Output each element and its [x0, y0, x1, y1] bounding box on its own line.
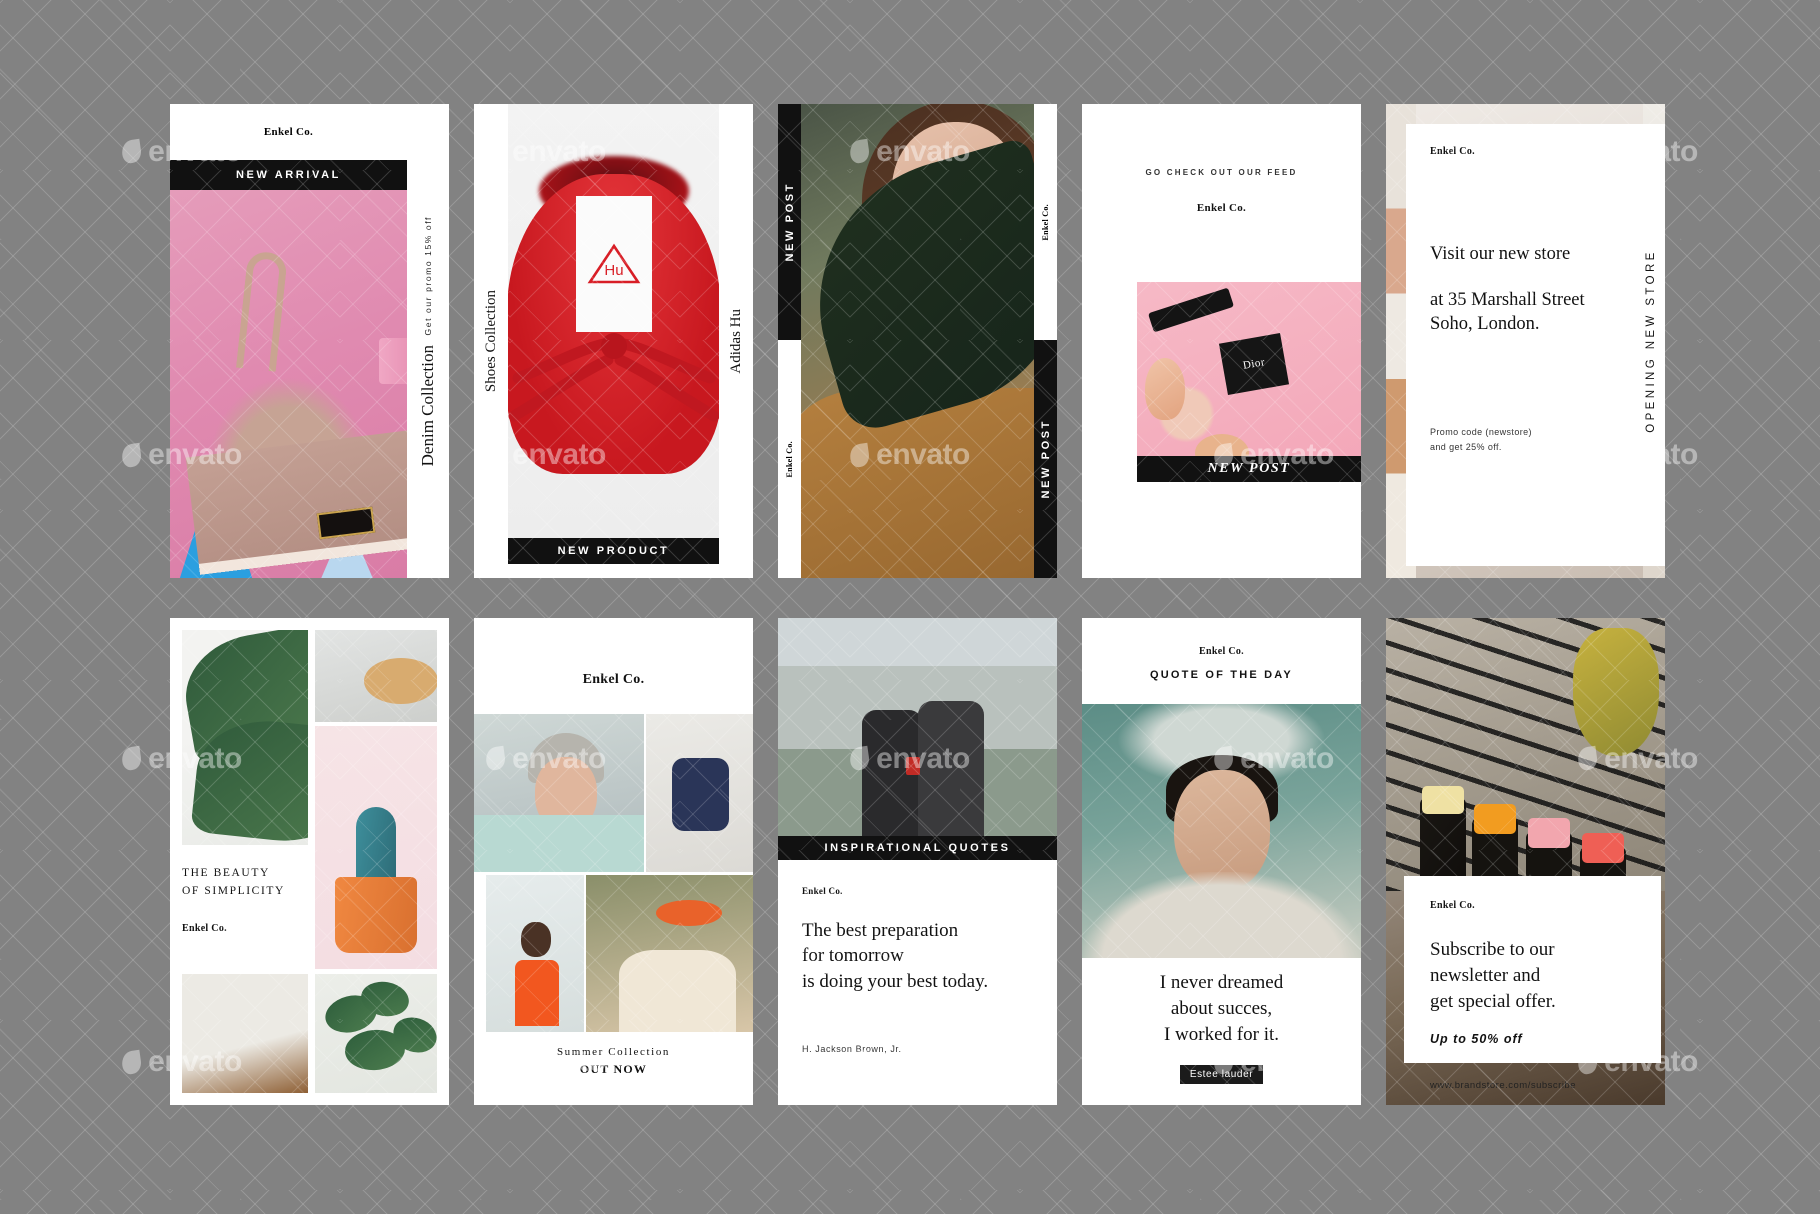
shoe-photo: Hu: [508, 104, 719, 538]
brand-label: Enkel Co.: [1199, 646, 1244, 657]
subscribe-url[interactable]: www.brandstore.com/subscribe: [1430, 1080, 1635, 1091]
quote-line3: is doing your best today.: [802, 970, 989, 992]
opening-new-store-vertical-label: OPENING NEW STORE: [1645, 249, 1657, 433]
rubber-plant-photo: [315, 974, 437, 1093]
promo-line2: and get 25% off.: [1430, 441, 1502, 452]
card-new-arrival[interactable]: Enkel Co. NEW ARRIVAL Get our promo 15% …: [170, 104, 449, 578]
author-badge[interactable]: Estee lauder: [1179, 1065, 1264, 1085]
brand-strip-top-right: Enkel Co.: [1034, 104, 1057, 340]
brand-label: Enkel Co.: [1196, 202, 1247, 214]
woman-leaf-photo: [800, 104, 1035, 578]
bath-portrait-photo: [1082, 704, 1361, 958]
quote-author: H. Jackson Brown, Jr.: [802, 1043, 902, 1054]
summer-footer-line2: OUT NOW: [579, 1062, 648, 1076]
svg-text:Hu: Hu: [604, 262, 623, 279]
quote-line1: The best preparation: [802, 920, 959, 941]
quote-line3: I worked for it.: [1163, 1023, 1280, 1045]
new-post-banner: NEW POST: [1137, 456, 1361, 482]
simplicity-title-line1: THE BEAUTY: [182, 867, 270, 879]
card-inspirational[interactable]: INSPIRATIONAL QUOTES Enkel Co. The best …: [778, 618, 1057, 1105]
brand-label-bottom-left: Enkel Co.: [785, 440, 794, 478]
inspirational-quotes-banner: INSPIRATIONAL QUOTES: [778, 836, 1057, 860]
subscribe-line1: Subscribe to our: [1430, 939, 1555, 960]
flatlay-photo-wrap: Dior NEW POST: [1137, 282, 1361, 482]
quote-line2: about succes,: [1170, 997, 1273, 1019]
monstera-photo: [182, 630, 308, 845]
collection-vertical-title: Denim Collection: [418, 345, 437, 467]
flatlay-photo: Dior NEW POST: [1137, 282, 1361, 482]
brand-label: Enkel Co.: [1430, 900, 1475, 911]
new-arrival-banner: NEW ARRIVAL: [170, 160, 407, 190]
promo-line1: Promo code (newstore): [1430, 427, 1532, 438]
subscribe-offer: Up to 50% off: [1430, 1032, 1523, 1047]
store-background-photo: Enkel Co. Visit our new store at 35 Mars…: [1386, 104, 1665, 578]
card-summer[interactable]: Enkel Co. Summer Collection OUT NOW: [474, 618, 753, 1105]
simplicity-title-line2: OF SIMPLICITY: [182, 884, 285, 897]
new-post-banner-top: NEW POST: [778, 104, 801, 340]
promo-vertical-label: Get our promo 15% off: [423, 215, 433, 336]
subscribe-line2: newsletter and: [1430, 964, 1541, 986]
card-new-store[interactable]: Enkel Co. Visit our new store at 35 Mars…: [1386, 104, 1665, 578]
card-new-post-leaf[interactable]: NEW POST Enkel Co. Enkel Co. NEW POST: [778, 104, 1057, 578]
card-feed[interactable]: GO CHECK OUT OUR FEED Enkel Co. Dior NEW…: [1082, 104, 1361, 578]
adidas-hu-vertical-label: Adidas Hu: [727, 308, 744, 374]
brand-label: Enkel Co.: [263, 126, 314, 138]
new-product-banner-label: NEW PRODUCT: [557, 545, 670, 557]
bag-photo: [170, 190, 407, 578]
summer-footer-line1: Summer Collection: [556, 1046, 671, 1058]
brand-label: Enkel Co.: [1430, 146, 1475, 157]
seated-guy-photo: [646, 714, 753, 872]
store-line2: at 35 Marshall Street: [1430, 290, 1585, 311]
new-arrival-banner-label: NEW ARRIVAL: [236, 169, 341, 181]
subscribe-line3: get special offer.: [1430, 990, 1556, 1012]
new-product-banner: NEW PRODUCT: [508, 538, 719, 564]
hu-triangle-icon: Hu: [587, 243, 640, 284]
cafe-table-photo: [315, 630, 437, 722]
shoes-collection-vertical-label: Shoes Collection: [482, 289, 499, 393]
story-templates-board: Enkel Co. NEW ARRIVAL Get our promo 15% …: [0, 0, 1820, 1214]
inspirational-quotes-banner-label: INSPIRATIONAL QUOTES: [824, 842, 1011, 854]
stool-photo: [182, 974, 308, 1093]
brand-label: Enkel Co.: [582, 672, 645, 687]
card-simplicity[interactable]: THE BEAUTY OF SIMPLICITY Enkel Co.: [170, 618, 449, 1105]
store-line3: Soho, London.: [1430, 314, 1540, 335]
brand-label-top-right: Enkel Co.: [1041, 203, 1050, 241]
orange-shirt-kid-photo: [486, 875, 584, 1032]
cliff-friends-photo: [778, 618, 1057, 836]
brand-label: Enkel Co.: [182, 922, 227, 934]
juice-bottles-photo: Enkel Co. Subscribe to our newsletter an…: [1386, 618, 1665, 1105]
beanie-girl-photo: [474, 714, 644, 872]
brand-label: Enkel Co.: [802, 886, 843, 896]
cactus-photo: [315, 726, 437, 969]
new-post-banner-label: NEW POST: [1207, 461, 1291, 476]
feed-headline: GO CHECK OUT OUR FEED: [1145, 168, 1298, 177]
card-quote-of-the-day[interactable]: Enkel Co. QUOTE OF THE DAY I never dream…: [1082, 618, 1361, 1105]
new-post-banner-bottom: NEW POST: [1034, 340, 1057, 578]
brand-strip-bottom-left: Enkel Co.: [778, 340, 801, 578]
new-post-banner-top-label: NEW POST: [783, 182, 796, 262]
new-post-banner-bottom-label: NEW POST: [1039, 419, 1052, 499]
card-shoes[interactable]: Shoes Collection Hu NEW PRODUCT Adidas H…: [474, 104, 753, 578]
card-subscribe[interactable]: Enkel Co. Subscribe to our newsletter an…: [1386, 618, 1665, 1105]
quote-line1: I never dreamed: [1159, 972, 1284, 993]
orange-lips-photo: [586, 875, 753, 1032]
shoelaces-graphic: [508, 333, 719, 422]
quote-of-the-day-subtitle: QUOTE OF THE DAY: [1150, 669, 1293, 681]
dior-photo-brand: Dior: [1242, 356, 1266, 372]
quote-line2: for tomorrow: [802, 945, 904, 967]
store-line1: Visit our new store: [1430, 244, 1571, 264]
